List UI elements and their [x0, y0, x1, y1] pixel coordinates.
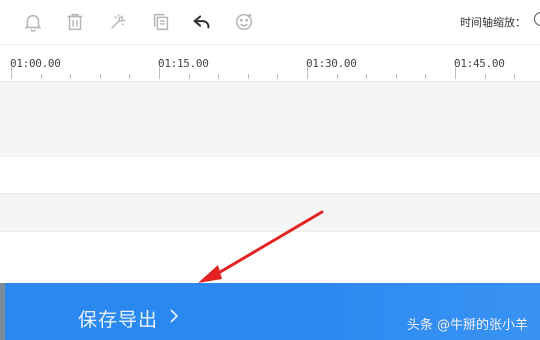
ruler-label: 01:45.00	[454, 57, 505, 70]
ruler-major-tick	[307, 67, 308, 79]
magic-wand-icon[interactable]	[105, 9, 131, 35]
emoji-icon[interactable]	[231, 9, 257, 35]
timeline-zoom-label: 时间轴缩放：	[460, 16, 526, 29]
timeline-tracks	[0, 82, 540, 282]
ruler-minor-tick	[188, 74, 190, 79]
bell-icon[interactable]	[20, 9, 46, 35]
chevron-right-icon	[168, 308, 180, 328]
track-row[interactable]	[0, 157, 540, 194]
ruler-major-tick	[11, 67, 12, 79]
timeline-zoom-slider-handle[interactable]	[534, 12, 540, 26]
ruler-minor-tick	[336, 74, 338, 79]
timeline-ruler[interactable]: 01:00.00 01:15.00 01:30.00 01:45.00	[0, 49, 540, 82]
ruler-minor-tick	[247, 74, 249, 79]
save-export-button[interactable]: 保存导出	[78, 304, 180, 332]
watermark: 头条 @牛掰的张小羊	[406, 318, 528, 333]
ruler-minor-tick	[366, 74, 368, 79]
ruler-minor-tick	[70, 74, 72, 79]
ruler-major-tick	[455, 67, 456, 79]
ruler-minor-tick	[425, 74, 427, 79]
toolbar: 时间轴缩放：	[0, 0, 540, 45]
ruler-label: 01:30.00	[306, 57, 357, 70]
ruler-minor-tick	[40, 74, 42, 79]
ruler-minor-tick	[484, 74, 486, 79]
ruler-minor-tick	[277, 74, 279, 79]
track-row[interactable]	[0, 232, 540, 282]
track-row[interactable]	[0, 82, 540, 157]
ruler-minor-tick	[395, 74, 397, 79]
copy-icon[interactable]	[148, 9, 174, 35]
ruler-major-tick	[159, 67, 160, 79]
ruler-minor-tick	[514, 74, 516, 79]
save-export-label: 保存导出	[78, 308, 159, 331]
ruler-minor-tick	[218, 74, 220, 79]
export-bar-edge	[0, 283, 5, 340]
ruler-minor-tick	[129, 74, 131, 79]
trash-icon[interactable]	[62, 9, 88, 35]
ruler-label: 01:15.00	[158, 57, 209, 70]
track-row[interactable]	[0, 194, 540, 232]
ruler-minor-tick	[99, 74, 101, 79]
ruler-label: 01:00.00	[10, 57, 61, 70]
undo-icon[interactable]	[189, 9, 215, 35]
